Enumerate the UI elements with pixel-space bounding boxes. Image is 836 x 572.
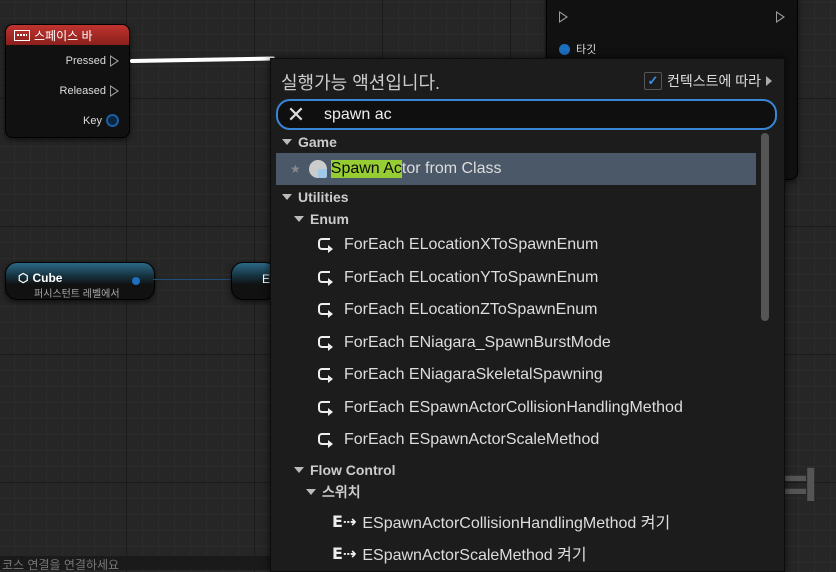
keyboard-icon (14, 29, 30, 41)
released-pin[interactable]: Released (60, 85, 119, 97)
status-text: 코스 연결을 연결하세요 (0, 556, 272, 570)
scroll-thumb[interactable] (761, 133, 769, 321)
cube-icon: ⬡ (18, 271, 29, 285)
action-foreach-enum[interactable]: ForEach ESpawnActorCollisionHandlingMeth… (276, 392, 756, 424)
action-tree: Game ★ Spawn Ac tor from Class Utilities … (276, 131, 756, 571)
action-foreach-enum[interactable]: ForEach ENiagara_SpawnBurstMode (276, 327, 756, 359)
loop-icon (318, 401, 333, 416)
loop-icon (318, 271, 333, 286)
action-foreach-enum[interactable]: ForEach ELocationZToSpawnEnum (276, 294, 756, 326)
pressed-pin[interactable]: Pressed (66, 55, 119, 67)
graph-node-label: E (262, 272, 271, 286)
category-label: Utilities (298, 189, 349, 205)
action-label: ForEach ELocationZToSpawnEnum (344, 301, 598, 318)
loop-icon (318, 368, 333, 383)
exec-in-pin[interactable] (559, 11, 568, 23)
cube-output-pin[interactable] (132, 277, 140, 285)
action-label: ForEach ENiagaraSkeletalSpawning (344, 366, 603, 383)
action-label: ForEach ESpawnActorScaleMethod (344, 431, 600, 448)
expand-arrow-icon[interactable] (766, 76, 772, 86)
target-pin[interactable]: 타깃 (559, 41, 596, 57)
spacebar-event-node[interactable]: 스페이스 바 Pressed Released Key (5, 24, 130, 138)
released-pin-label: Released (59, 85, 106, 97)
spacebar-node-header: 스페이스 바 (6, 25, 129, 45)
context-checkbox[interactable]: ✓ (643, 72, 662, 90)
switch-icon: E⇢ (332, 543, 357, 563)
action-spawn-actor-from-class[interactable]: ★ Spawn Ac tor from Class (276, 153, 756, 185)
category-label: Enum (310, 211, 349, 227)
background-text: =I (780, 459, 817, 512)
target-pin-dot (559, 43, 570, 55)
action-foreach-enum[interactable]: ForEach ESpawnActorScaleMethod (276, 424, 756, 456)
cube-node-title: Cube (32, 271, 63, 285)
action-foreach-enum[interactable]: ForEach ENiagaraSkeletalSpawning (276, 359, 756, 391)
cube-node-subtitle: 퍼시스턴트 레벨에서 (34, 289, 120, 300)
category-label: Flow Control (310, 462, 396, 478)
category-enum[interactable]: Enum (276, 209, 756, 229)
collapse-arrow-icon[interactable] (306, 489, 316, 495)
switch-icon: E⇢ (332, 511, 357, 531)
category-utilities[interactable]: Utilities (276, 185, 756, 209)
loop-icon (318, 238, 333, 253)
action-label: ForEach ELocationYToSpawnEnum (344, 269, 599, 286)
pressed-pin-label: Pressed (65, 55, 106, 67)
action-label: ESpawnActorScaleMethod 켜기 (362, 547, 587, 564)
match-highlight: Spawn Ac (330, 160, 402, 178)
exec-wire (129, 56, 276, 63)
loop-icon (318, 303, 333, 318)
action-label: ForEach ELocationXToSpawnEnum (344, 236, 599, 253)
key-pin-label: Key (83, 114, 102, 127)
action-foreach-enum[interactable]: ForEach ELocationYToSpawnEnum (276, 262, 756, 294)
loop-icon (318, 336, 333, 351)
action-menu: 실행가능 액션입니다. ✓ 컨텍스트에 따라 ✕ Game ★ Spawn Ac… (270, 58, 785, 572)
clear-search-icon[interactable]: ✕ (284, 103, 308, 125)
action-label: tor from Class (401, 160, 502, 177)
search-box[interactable]: ✕ (276, 99, 777, 130)
category-flow-control[interactable]: Flow Control (276, 459, 756, 481)
search-input[interactable] (322, 104, 726, 125)
action-switch-on-enum[interactable]: E⇢ ESpawnActorScaleMethod 켜기 (276, 537, 756, 569)
menu-title: 실행가능 액션입니다. (281, 73, 441, 93)
favorite-star-icon[interactable]: ★ (290, 162, 301, 176)
spawn-actor-icon (308, 160, 327, 178)
category-game[interactable]: Game (276, 131, 756, 153)
collapse-arrow-icon[interactable] (282, 194, 292, 200)
collapse-arrow-icon[interactable] (294, 467, 304, 473)
spacebar-node-title: 스페이스 바 (34, 28, 93, 43)
key-pin[interactable]: Key (83, 114, 119, 127)
action-switch-on-enum[interactable]: E⇢ ESpawnActorCollisionHandlingMethod 켜기 (276, 505, 756, 537)
category-label: Game (298, 134, 337, 150)
data-pin-icon (106, 114, 119, 127)
action-label: ForEach ENiagara_SpawnBurstMode (344, 334, 611, 351)
menu-header: 실행가능 액션입니다. ✓ 컨텍스트에 따라 (271, 59, 784, 99)
action-foreach-enum[interactable]: ForEach ELocationXToSpawnEnum (276, 229, 756, 261)
action-label: ForEach ESpawnActorCollisionHandlingMeth… (344, 399, 683, 416)
context-toggle-label: 컨텍스트에 따라 (666, 73, 761, 89)
exec-pin-icon (110, 55, 119, 67)
exec-pin-icon (110, 85, 119, 97)
category-label: 스위치 (322, 484, 361, 500)
data-wire (153, 279, 233, 280)
category-switch[interactable]: 스위치 (276, 481, 756, 503)
scrollbar[interactable] (760, 131, 770, 571)
target-pin-label: 타깃 (576, 44, 597, 56)
collapse-arrow-icon[interactable] (294, 216, 304, 222)
loop-icon (318, 433, 333, 448)
cube-node[interactable]: ⬡ Cube 퍼시스턴트 레벨에서 (5, 262, 155, 300)
context-sensitive-toggle[interactable]: ✓ 컨텍스트에 따라 (643, 71, 772, 91)
collapse-arrow-icon[interactable] (282, 139, 292, 145)
exec-out-pin[interactable] (776, 11, 785, 23)
action-label: ESpawnActorCollisionHandlingMethod 켜기 (362, 515, 671, 532)
